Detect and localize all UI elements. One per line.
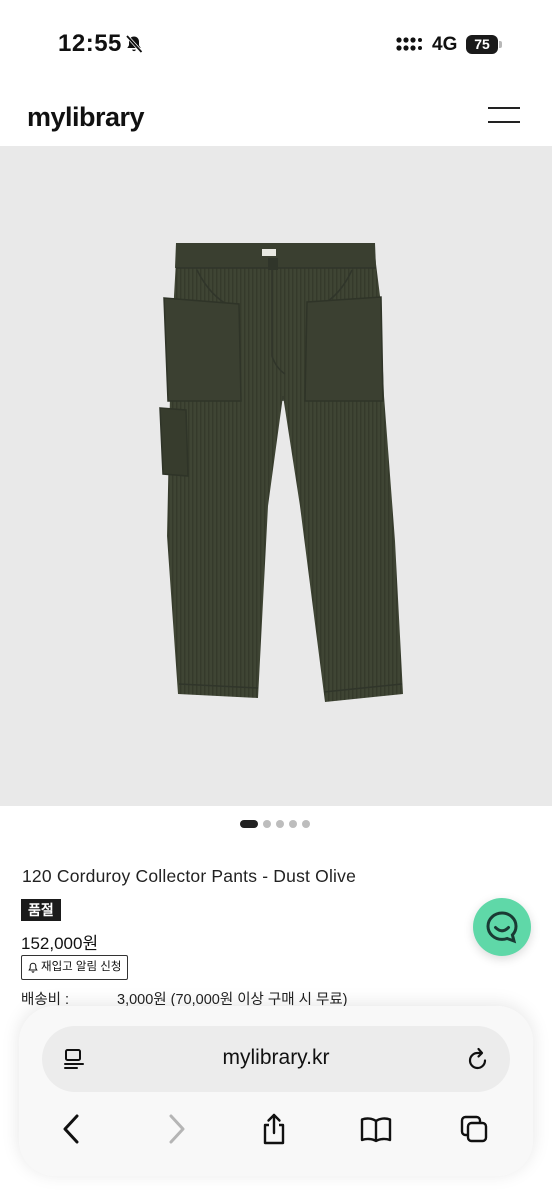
battery-icon: 75 [466,35,502,54]
signal-icon [396,37,422,51]
address-bar[interactable]: mylibrary.kr [42,1026,510,1092]
battery-level: 75 [466,35,498,54]
reload-icon[interactable] [466,1046,490,1072]
hamburger-menu-icon[interactable] [488,104,522,126]
chevron-right-icon [169,1114,185,1144]
share-icon [263,1113,285,1145]
tabs-button[interactable] [459,1112,489,1146]
chat-button[interactable] [473,898,531,956]
back-button[interactable] [57,1112,87,1146]
pants-image [159,243,403,702]
book-icon [360,1117,392,1143]
restock-alert-label: 재입고 알림 신청 [41,961,122,973]
site-logo[interactable]: mylibrary [27,102,145,133]
restock-alert-button[interactable]: 재입고 알림 신청 [21,955,129,980]
chevron-left-icon [63,1114,79,1144]
bookmarks-button[interactable] [359,1112,392,1146]
carousel-dot[interactable] [302,820,310,828]
forward-button[interactable] [161,1112,191,1146]
product-title: 120 Corduroy Collector Pants - Dust Oliv… [22,866,357,886]
carousel-dot[interactable] [263,820,271,828]
share-button[interactable] [259,1112,289,1146]
carousel-dot[interactable] [289,820,297,828]
image-carousel-dots [240,820,310,828]
network-type: 4G [432,34,458,55]
chat-icon [486,911,518,944]
tabs-icon [460,1115,488,1143]
bell-off-icon [125,34,143,54]
address-url[interactable]: mylibrary.kr [42,1046,510,1070]
browser-toolbar: mylibrary.kr [19,1006,533,1176]
carousel-dot-active[interactable] [240,820,258,828]
status-bar: 12:55 4G 75 [0,0,552,90]
carousel-dot[interactable] [276,820,284,828]
site-header: mylibrary [0,90,552,146]
product-price: 152,000원 [21,934,99,953]
status-time: 12:55 [58,30,122,57]
bell-icon [28,962,38,973]
product-image[interactable] [0,146,552,806]
soldout-badge: 품절 [21,899,61,921]
